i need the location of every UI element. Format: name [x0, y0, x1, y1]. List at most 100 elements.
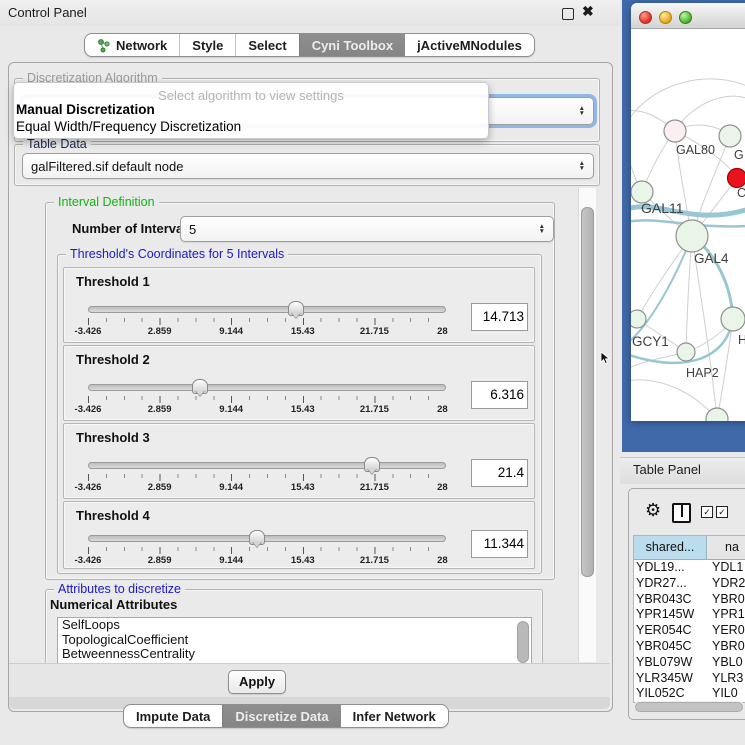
network-canvas[interactable]: GAL80 G C GAL11 GAL4 GCY1 H HAP2 [631, 29, 745, 421]
tab-impute-data[interactable]: Impute Data [124, 705, 222, 727]
scale-label: 2.859 [148, 326, 172, 337]
table-row[interactable]: YDL19...YDL1 [634, 560, 745, 576]
column-header-shared[interactable]: shared... [634, 536, 707, 559]
table-row[interactable]: YBR045CYBR0 [634, 639, 745, 655]
node-gal80[interactable] [664, 120, 686, 142]
tab-cyni-toolbox[interactable]: Cyni Toolbox [299, 34, 405, 56]
node-clipped-g[interactable] [719, 125, 741, 147]
list-item-betweennesscentrality[interactable]: BetweennessCentrality [58, 647, 531, 662]
list-item-selfloops[interactable]: SelfLoops [58, 618, 531, 633]
interval-definition-group-title: Interval Definition [54, 195, 159, 209]
network-window-titlebar[interactable] [631, 3, 745, 29]
float-window-icon[interactable] [562, 8, 574, 20]
table-data-combobox[interactable]: galFiltered.sif default node ▲▼ [22, 153, 594, 179]
tab-jactivemnodules[interactable]: jActiveMNodules [405, 34, 534, 56]
scale-label: 21.715 [360, 404, 389, 415]
scale-label: -3.426 [75, 404, 102, 415]
threshold-2-slider-thumb[interactable] [192, 379, 208, 394]
table-horizontal-scrollbar[interactable] [634, 701, 744, 711]
node-red[interactable] [728, 169, 745, 188]
table-row[interactable]: YIL052CYIL0 [634, 686, 745, 702]
tab-style[interactable]: Style [179, 34, 235, 56]
cell: YER054C [634, 623, 712, 639]
scale-label: 2.859 [148, 555, 172, 566]
split-columns-icon[interactable] [672, 503, 691, 523]
node-label-gal80: GAL80 [676, 143, 715, 157]
thresholds-group-title: Threshold's Coordinates for 5 Intervals [66, 247, 288, 261]
tab-select[interactable]: Select [235, 34, 298, 56]
algorithm-combo-placeholder: Select algorithm to view settings [14, 88, 488, 103]
threshold-1-slider[interactable]: -3.426 2.859 9.144 15.43 21.715 28 [88, 304, 446, 338]
minimize-traffic-light-icon[interactable] [659, 11, 672, 24]
table-row[interactable]: YDR27...YDR2 [634, 576, 745, 592]
table-row[interactable]: YBL079WYBL0 [634, 655, 745, 671]
list-item-topologicalcoefficient[interactable]: TopologicalCoefficient [58, 633, 531, 648]
threshold-4-value-field[interactable]: 11.344 [471, 530, 528, 558]
slider-scale-labels: -3.426 2.859 9.144 15.43 21.715 28 [88, 482, 446, 493]
slider-major-ticks [88, 318, 446, 325]
cell: YDL19... [634, 560, 712, 576]
threshold-panel-3: Threshold 3 -3.426 2.859 9.144 15.43 21.… [63, 423, 535, 499]
network-icon [97, 38, 111, 53]
node-hap2[interactable] [677, 343, 695, 361]
checkbox-icon[interactable]: ✓ [701, 506, 713, 518]
cell: YIL052C [634, 686, 712, 702]
cell: YIL0 [712, 686, 745, 702]
table-horizontal-scrollbar-thumb[interactable] [635, 702, 743, 712]
close-traffic-light-icon[interactable] [639, 11, 652, 24]
zoom-traffic-light-icon[interactable] [679, 11, 692, 24]
control-panel-tabbar: Network Style Select Cyni Toolbox jActiv… [84, 33, 535, 57]
threshold-3-slider-thumb[interactable] [364, 457, 380, 472]
threshold-2-label: Threshold 2 [76, 352, 150, 367]
table-row[interactable]: YER054CYER0 [634, 623, 745, 639]
threshold-3-value-field[interactable]: 21.4 [471, 459, 528, 487]
threshold-2-slider[interactable]: -3.426 2.859 9.144 15.43 21.715 28 [88, 382, 446, 416]
numerical-attributes-list: SelfLoops TopologicalCoefficient Between… [57, 617, 532, 663]
scale-label: 28 [437, 555, 448, 566]
tab-select-label: Select [248, 38, 286, 53]
cell: YDR27... [634, 576, 712, 592]
node-gal4[interactable] [676, 220, 708, 252]
node-clipped-h[interactable] [721, 307, 745, 331]
checkbox-icon[interactable]: ✓ [716, 506, 728, 518]
node-bottom-partial[interactable] [706, 408, 728, 421]
slider-track[interactable] [88, 535, 446, 542]
slider-track[interactable] [88, 306, 446, 313]
gear-icon[interactable]: ⚙ [645, 500, 661, 521]
cell: YLR3 [712, 671, 745, 687]
cell: YPR145W [634, 607, 712, 623]
slider-track[interactable] [88, 384, 446, 391]
attributes-list-scrollbar[interactable] [517, 621, 529, 663]
threshold-3-slider[interactable]: -3.426 2.859 9.144 15.43 21.715 28 [88, 460, 446, 494]
slider-major-ticks [88, 547, 446, 554]
scale-label: 15.43 [291, 555, 315, 566]
dropdown-item-equal-width[interactable]: Equal Width/Frequency Discretization [16, 119, 486, 135]
cell: YBR043C [634, 592, 712, 608]
dropdown-item-manual-discretization[interactable]: Manual Discretization [16, 102, 486, 118]
mode-tabbar: Impute Data Discretize Data Infer Networ… [123, 704, 449, 728]
tab-infer-network[interactable]: Infer Network [341, 705, 448, 727]
threshold-1-value-field[interactable]: 14.713 [471, 303, 528, 331]
settings-scrollbar-thumb[interactable] [581, 207, 594, 577]
threshold-4-slider[interactable]: -3.426 2.859 9.144 15.43 21.715 28 [88, 533, 446, 567]
number-of-intervals-combobox[interactable]: 5 ▲▼ [180, 216, 554, 242]
threshold-2-value-field[interactable]: 6.316 [471, 381, 528, 409]
slider-scale-labels: -3.426 2.859 9.144 15.43 21.715 28 [88, 326, 446, 337]
threshold-4-slider-thumb[interactable] [249, 530, 265, 545]
apply-button[interactable]: Apply [228, 670, 286, 694]
tab-network[interactable]: Network [85, 34, 179, 56]
slider-scale-labels: -3.426 2.859 9.144 15.43 21.715 28 [88, 404, 446, 415]
node-gcy1[interactable] [631, 310, 646, 328]
combo-arrows-icon: ▲▼ [573, 161, 585, 171]
scale-label: -3.426 [75, 326, 102, 337]
table-row[interactable]: YLR345WYLR3 [634, 671, 745, 687]
tab-cyni-toolbox-label: Cyni Toolbox [312, 38, 393, 53]
tab-discretize-data[interactable]: Discretize Data [222, 705, 340, 727]
table-row[interactable]: YPR145WYPR1 [634, 607, 745, 623]
threshold-1-slider-thumb[interactable] [288, 301, 304, 316]
slider-track[interactable] [88, 462, 446, 469]
close-icon[interactable]: ✖ [582, 3, 594, 20]
table-row[interactable]: YBR043CYBR0 [634, 592, 745, 608]
column-header-name[interactable]: na [707, 536, 745, 559]
footer-band [9, 663, 610, 698]
